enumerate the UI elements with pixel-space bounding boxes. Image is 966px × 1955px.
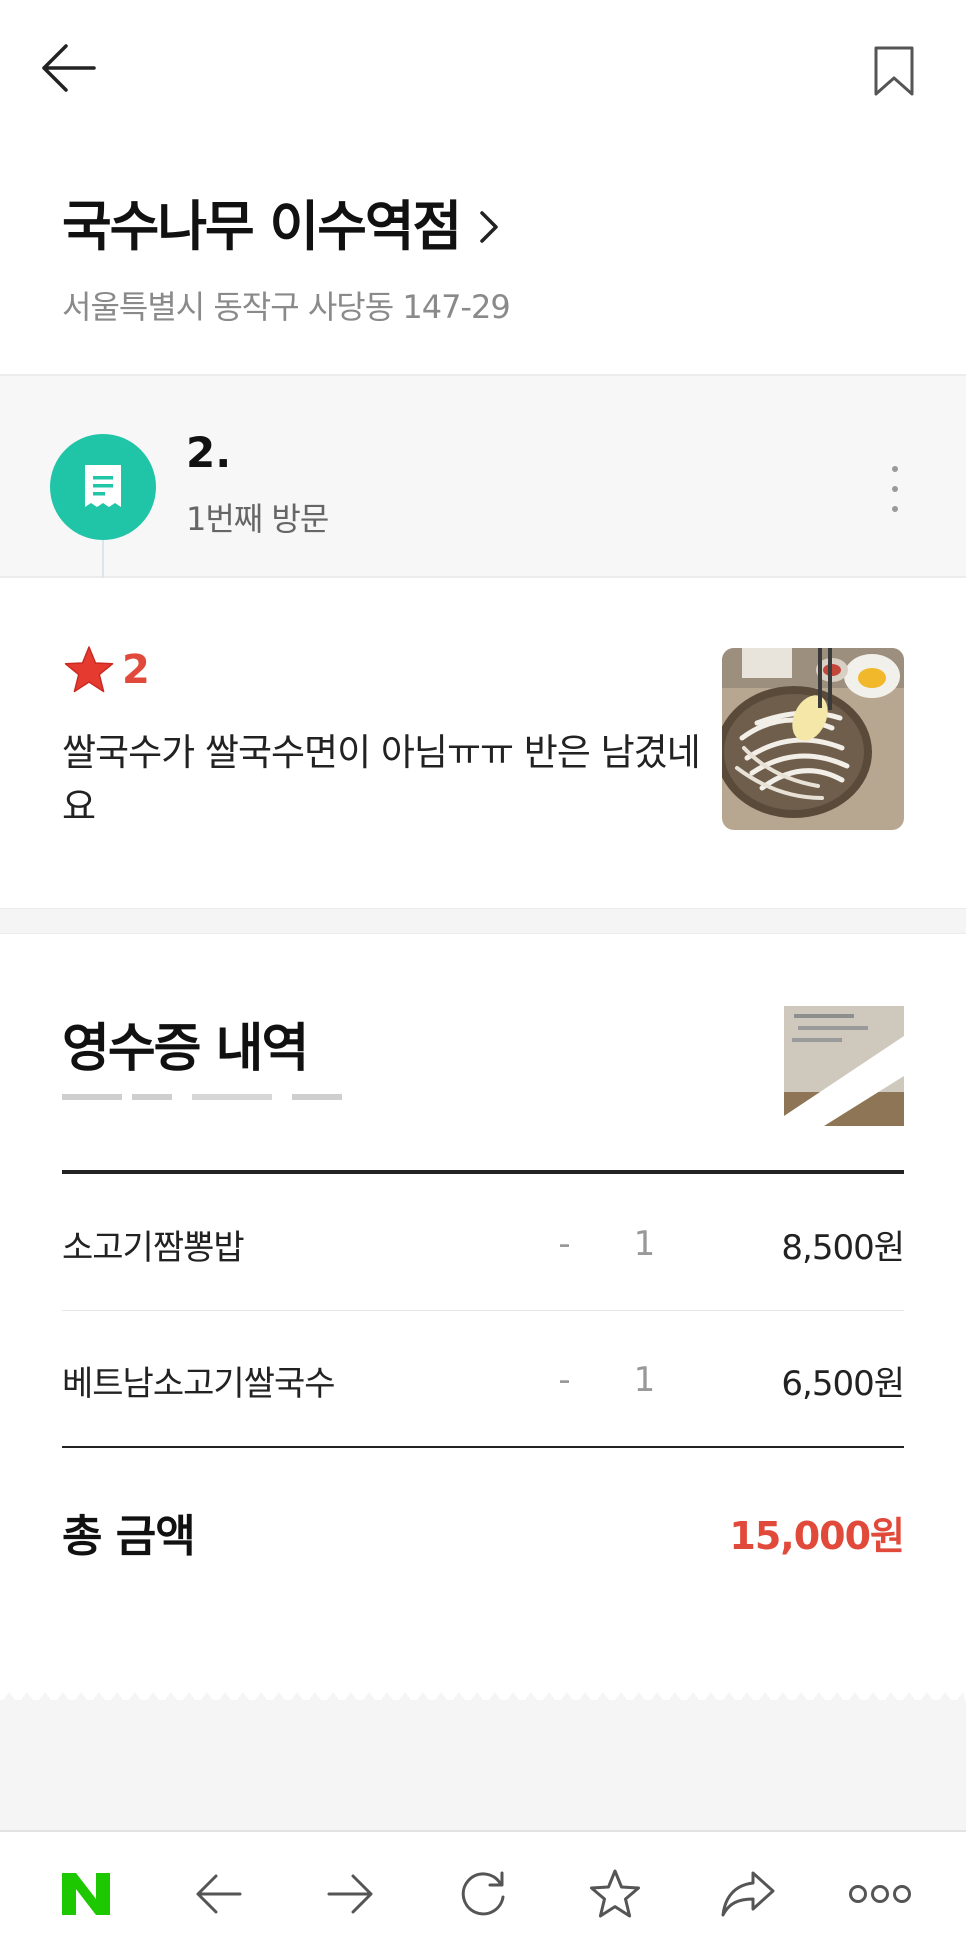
- timeline-line: [102, 540, 104, 580]
- receipt-item-row: 베트남소고기쌀국수 - 1 6,500원: [62, 1312, 905, 1448]
- item-quantity: 1: [633, 1360, 656, 1400]
- top-bar: [0, 0, 966, 140]
- item-name: 베트남소고기쌀국수: [62, 1363, 336, 1404]
- share-icon: [721, 1871, 775, 1916]
- section-divider: [0, 908, 966, 934]
- more-dot-icon: [892, 486, 898, 492]
- forward-icon: [327, 1874, 373, 1913]
- receipt-photo[interactable]: [784, 1006, 904, 1126]
- refresh-icon: [461, 1871, 505, 1915]
- refresh-button[interactable]: [443, 1854, 523, 1934]
- receipt-title: 영수증 내역: [62, 1019, 309, 1079]
- more-options-button[interactable]: [880, 466, 910, 512]
- receipt-badge: [50, 434, 156, 540]
- more-dot-icon: [892, 466, 898, 472]
- more-dot-icon: [892, 506, 898, 512]
- receipt-subtitle-blurred: [62, 1084, 382, 1100]
- total-row: 총 금액 15,000원: [62, 1482, 905, 1582]
- browser-forward-button[interactable]: [311, 1854, 391, 1934]
- bookmark-button[interactable]: [868, 44, 920, 100]
- user-name: 2.: [186, 428, 232, 477]
- receipt-icon: [85, 465, 121, 507]
- total-label: 총 금액: [62, 1511, 196, 1562]
- place-address: 서울특별시 동작구 사당동 147-29: [62, 288, 511, 326]
- review-photo[interactable]: [722, 648, 904, 830]
- more-icon: [848, 1884, 911, 1903]
- review-card: 2 쌀국수가 쌀국수면이 아님ㅠㅠ 반은 남겼네요: [0, 578, 966, 908]
- receipt-item-row: 소고기짬뽕밥 - 1 8,500원: [62, 1176, 905, 1312]
- naver-logo-icon: [62, 1872, 111, 1915]
- visit-info: 2. 1번째 방문: [0, 374, 966, 580]
- place-title-link[interactable]: 국수나무 이수역점: [62, 190, 504, 264]
- naver-home-button[interactable]: [46, 1854, 126, 1934]
- place-name: 국수나무 이수역점: [62, 195, 462, 258]
- star-icon: [590, 1869, 641, 1917]
- bookmark-icon: [874, 46, 914, 96]
- back-arrow-icon: [42, 44, 96, 92]
- item-option: -: [558, 1360, 570, 1400]
- chevron-right-icon: [480, 211, 498, 243]
- rating-value: 2: [122, 647, 150, 693]
- browser-back-button[interactable]: [178, 1854, 258, 1934]
- row-divider: [62, 1310, 904, 1311]
- share-button[interactable]: [708, 1854, 788, 1934]
- receipt-bottom-rule: [62, 1446, 904, 1448]
- more-menu-button[interactable]: [840, 1854, 920, 1934]
- review-text: 쌀국수가 쌀국수면이 아님ㅠㅠ 반은 남겼네요: [62, 731, 701, 828]
- item-quantity: 1: [633, 1224, 656, 1264]
- footer-area: [0, 1700, 966, 1830]
- place-header: 국수나무 이수역점 서울특별시 동작구 사당동 147-29: [62, 190, 922, 328]
- receipt-photo-image: [784, 1006, 904, 1126]
- visit-count: 1번째 방문: [186, 500, 329, 538]
- favorite-button[interactable]: [575, 1854, 655, 1934]
- receipt-section: 영수증 내역 소고기짬뽕밥 - 1 8,500원 베트남소고기쌀국수 - 1 6…: [0, 934, 966, 1694]
- total-amount: 15,000원: [729, 1513, 905, 1558]
- item-price: 6,500원: [781, 1363, 905, 1404]
- item-price: 8,500원: [781, 1227, 905, 1268]
- rating: 2: [62, 644, 150, 696]
- back-button[interactable]: [38, 40, 98, 96]
- food-photo-image: [722, 648, 904, 830]
- browser-toolbar: [0, 1830, 966, 1955]
- item-name: 소고기짬뽕밥: [62, 1227, 245, 1268]
- receipt-top-rule: [62, 1170, 904, 1174]
- star-icon: [64, 646, 114, 693]
- back-icon: [196, 1874, 242, 1913]
- item-option: -: [558, 1224, 570, 1264]
